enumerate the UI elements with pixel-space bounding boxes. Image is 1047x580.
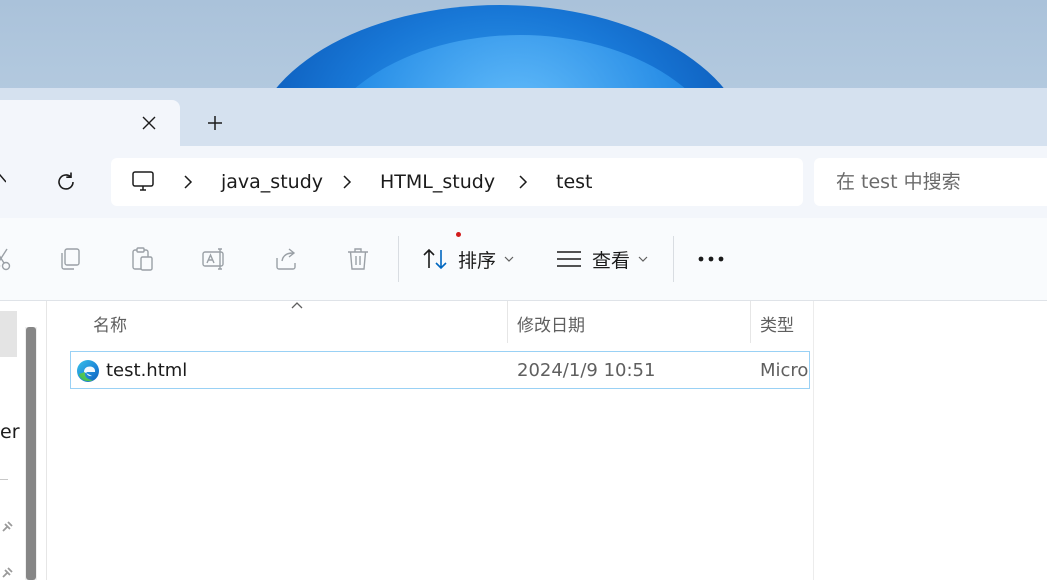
more-icon (698, 256, 724, 262)
tab-test[interactable] (0, 100, 180, 146)
sort-up-caret-icon (291, 302, 303, 309)
copy-icon (61, 248, 80, 270)
refresh-icon (58, 172, 74, 190)
column-header-date[interactable]: 修改日期 (517, 311, 585, 336)
search-input[interactable] (836, 170, 1046, 194)
search-box[interactable] (814, 158, 1047, 206)
file-name: test.html (106, 360, 188, 381)
sort-label: 排序 (458, 249, 497, 272)
sort-menu[interactable]: 排序 (422, 242, 514, 276)
column-header-type[interactable]: 类型 (760, 311, 794, 336)
cut-icon (0, 248, 11, 271)
plus-icon (208, 116, 222, 130)
view-menu[interactable]: 查看 (556, 242, 648, 276)
rename-icon (202, 248, 224, 270)
edge-html-file-icon (77, 360, 99, 382)
refresh-button[interactable] (52, 168, 80, 196)
command-bar: 排序 查看 (0, 218, 1047, 301)
file-type: Micro (760, 360, 809, 381)
chevron-down-icon (638, 256, 648, 262)
paste-button[interactable] (127, 244, 157, 274)
column-divider[interactable] (750, 301, 751, 343)
toolbar-separator (398, 236, 399, 282)
file-explorer-window: java_study HTML_study test 在 test 中搜索 排序… (0, 88, 1047, 580)
breadcrumb-java-study[interactable]: java_study (221, 171, 323, 193)
file-modified-date: 2024/1/9 10:51 (517, 360, 656, 381)
file-row[interactable]: test.html 2024/1/9 10:51 Micro (70, 351, 810, 389)
nav-divider (0, 479, 8, 480)
chevron-right-icon[interactable] (340, 174, 354, 190)
close-icon (142, 116, 156, 130)
view-list-icon (557, 251, 581, 267)
pin-icon[interactable] (0, 520, 14, 534)
address-bar[interactable]: java_study HTML_study test (111, 158, 803, 206)
chevron-down-icon (504, 256, 514, 262)
up-arrow-icon[interactable] (0, 172, 6, 184)
chevron-right-icon[interactable] (181, 174, 195, 190)
nav-item-label[interactable]: er (0, 421, 20, 443)
address-row: java_study HTML_study test (0, 146, 1047, 218)
pin-icon[interactable] (0, 566, 14, 580)
scrollbar-thumb[interactable] (26, 327, 36, 580)
chevron-right-icon[interactable] (516, 174, 530, 190)
sort-icon (423, 248, 447, 270)
rename-button[interactable] (199, 244, 229, 274)
delete-icon (348, 248, 368, 270)
toolbar-separator (673, 236, 674, 282)
share-icon (276, 248, 296, 270)
breadcrumb-test[interactable]: test (556, 171, 593, 193)
content-area: er 名称 修改日期 类型 test.html 2024/1/9 10:51 M… (0, 301, 1047, 580)
nav-item-selected[interactable] (0, 311, 17, 357)
breadcrumb-html-study[interactable]: HTML_study (380, 171, 495, 193)
delete-button[interactable] (343, 244, 373, 274)
cut-button[interactable] (0, 244, 16, 274)
notification-dot (456, 232, 461, 237)
copy-button[interactable] (55, 244, 85, 274)
navigation-pane: er (0, 301, 47, 580)
column-header-name[interactable]: 名称 (93, 311, 127, 336)
share-button[interactable] (271, 244, 301, 274)
tab-bar (0, 88, 1047, 146)
view-label: 查看 (592, 249, 631, 272)
file-list: 名称 修改日期 类型 test.html 2024/1/9 10:51 Micr… (47, 301, 814, 580)
more-options-button[interactable] (694, 244, 728, 274)
paste-icon (132, 247, 153, 271)
column-divider[interactable] (507, 301, 508, 343)
nav-scrollbar[interactable] (25, 327, 37, 580)
new-tab-button[interactable] (202, 110, 228, 136)
tab-close-button[interactable] (138, 112, 160, 134)
this-pc-icon[interactable] (131, 170, 155, 194)
